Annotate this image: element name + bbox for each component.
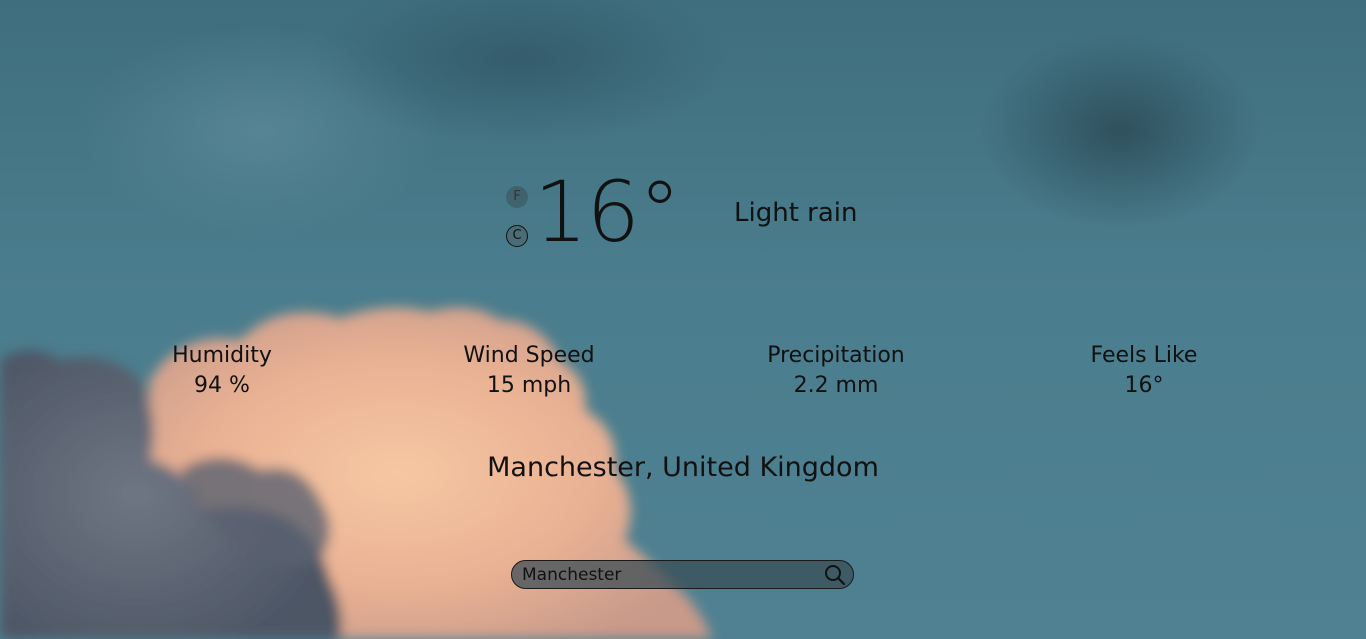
- search-button[interactable]: [823, 563, 847, 587]
- stat-value: 15 mph: [486, 373, 572, 398]
- location-name: Manchester, United Kingdom: [487, 452, 879, 483]
- temperature-value: 16°: [534, 163, 681, 261]
- stat-feels-like: Feels Like 16°: [1024, 341, 1264, 401]
- fahrenheit-toggle[interactable]: F: [506, 186, 528, 208]
- stat-label: Precipitation: [767, 343, 905, 368]
- weather-condition: Light rain: [734, 198, 858, 228]
- stat-value: 16°: [1124, 373, 1164, 398]
- celsius-toggle[interactable]: C: [506, 225, 528, 247]
- stat-precipitation: Precipitation 2.2 mm: [716, 341, 956, 401]
- stat-label: Wind Speed: [463, 343, 595, 368]
- temperature-block: F C 16°: [504, 163, 684, 268]
- stat-wind-speed: Wind Speed 15 mph: [409, 341, 649, 401]
- search-input[interactable]: [522, 563, 812, 587]
- stat-label: Humidity: [172, 343, 272, 368]
- search-icon: [825, 565, 846, 586]
- search-bar: [511, 560, 854, 589]
- stat-value: 2.2 mm: [793, 373, 879, 398]
- stat-humidity: Humidity 94 %: [102, 341, 342, 401]
- background-cloud-image: [0, 307, 712, 639]
- stat-value: 94 %: [194, 373, 250, 398]
- stat-label: Feels Like: [1090, 343, 1198, 368]
